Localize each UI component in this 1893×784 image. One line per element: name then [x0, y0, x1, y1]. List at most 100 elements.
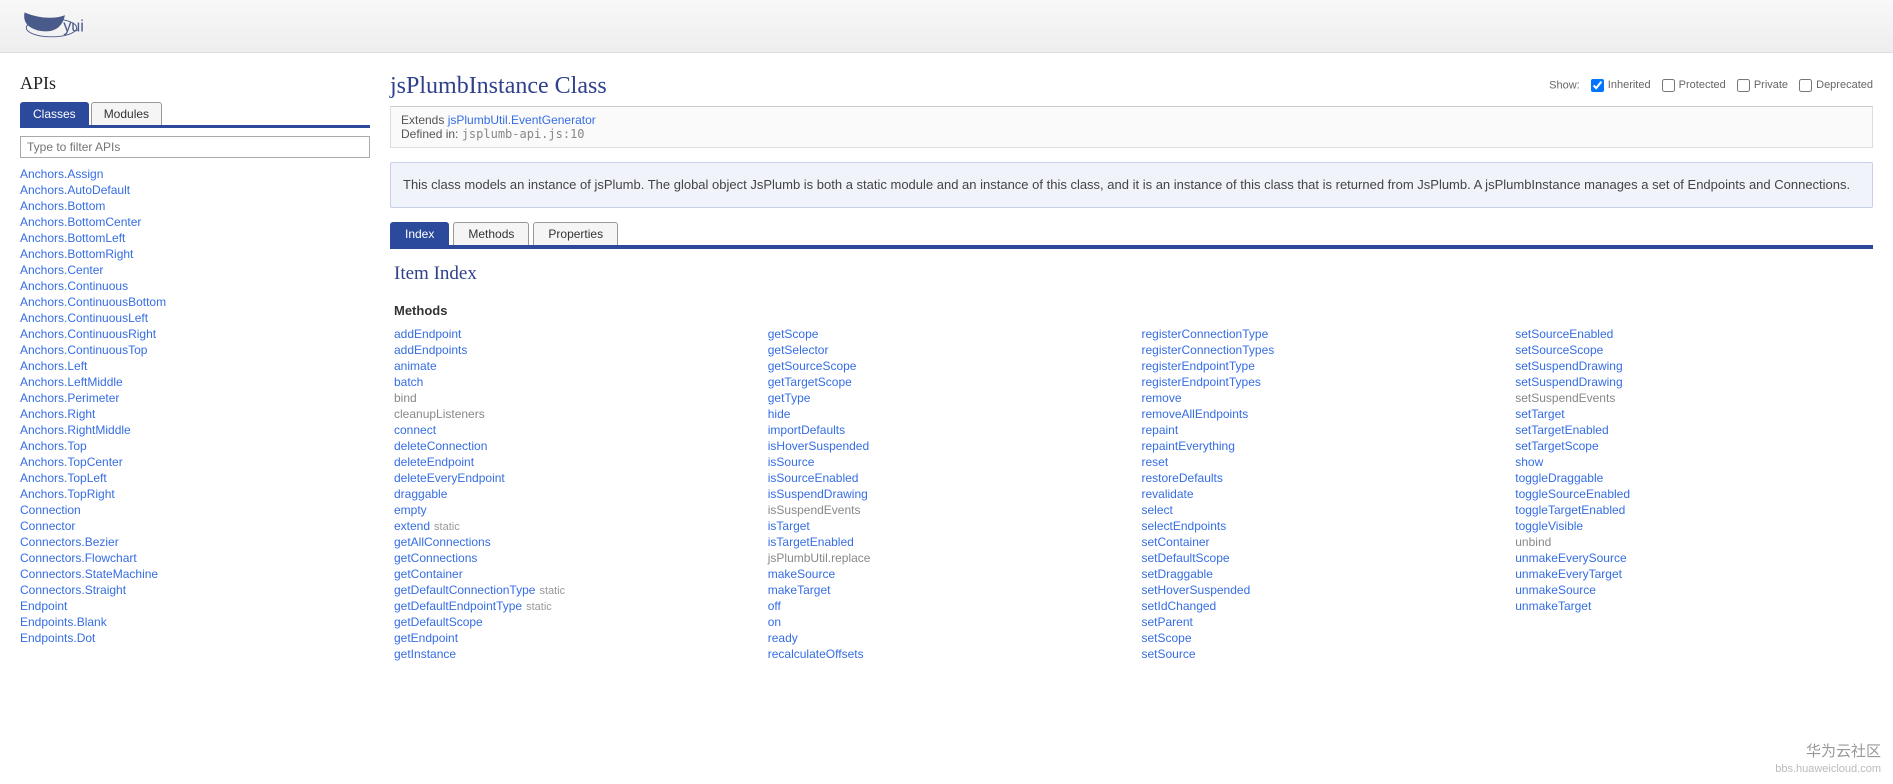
- method-link[interactable]: isHoverSuspended: [768, 439, 869, 453]
- method-link[interactable]: setSource: [1142, 647, 1196, 661]
- method-link[interactable]: makeTarget: [768, 583, 831, 597]
- method-link[interactable]: setSourceEnabled: [1515, 327, 1613, 341]
- api-link[interactable]: Anchors.ContinuousTop: [20, 343, 147, 357]
- api-link[interactable]: Endpoint: [20, 599, 67, 613]
- method-link[interactable]: remove: [1142, 391, 1182, 405]
- method-link[interactable]: getSelector: [768, 343, 829, 357]
- api-link[interactable]: Anchors.Center: [20, 263, 103, 277]
- api-link[interactable]: Connector: [20, 519, 75, 533]
- method-link[interactable]: draggable: [394, 487, 447, 501]
- method-link[interactable]: setSuspendDrawing: [1515, 375, 1622, 389]
- method-link[interactable]: toggleSourceEnabled: [1515, 487, 1630, 501]
- method-link[interactable]: getDefaultEndpointType: [394, 599, 522, 613]
- api-link[interactable]: Anchors.ContinuousBottom: [20, 295, 166, 309]
- method-link[interactable]: animate: [394, 359, 437, 373]
- method-link[interactable]: getAllConnections: [394, 535, 491, 549]
- api-link[interactable]: Connectors.Bezier: [20, 535, 119, 549]
- method-link[interactable]: getSourceScope: [768, 359, 857, 373]
- api-link[interactable]: Anchors.ContinuousLeft: [20, 311, 148, 325]
- method-link[interactable]: importDefaults: [768, 423, 845, 437]
- method-link[interactable]: deleteEveryEndpoint: [394, 471, 505, 485]
- method-link[interactable]: getEndpoint: [394, 631, 458, 645]
- api-link[interactable]: Endpoints.Dot: [20, 631, 95, 645]
- method-link[interactable]: setDefaultScope: [1142, 551, 1230, 565]
- method-link[interactable]: revalidate: [1142, 487, 1194, 501]
- api-link[interactable]: Anchors.LeftMiddle: [20, 375, 123, 389]
- method-link[interactable]: removeAllEndpoints: [1142, 407, 1249, 421]
- content-tab-index[interactable]: Index: [390, 222, 449, 245]
- method-link[interactable]: registerEndpointTypes: [1142, 375, 1261, 389]
- method-link[interactable]: jsPlumbUtil.replace: [768, 551, 871, 565]
- method-link[interactable]: setTargetEnabled: [1515, 423, 1608, 437]
- api-link[interactable]: Anchors.Left: [20, 359, 87, 373]
- method-link[interactable]: setHoverSuspended: [1142, 583, 1251, 597]
- method-link[interactable]: unbind: [1515, 535, 1551, 549]
- api-link[interactable]: Anchors.ContinuousRight: [20, 327, 156, 341]
- method-link[interactable]: getType: [768, 391, 811, 405]
- method-link[interactable]: isSuspendDrawing: [768, 487, 868, 501]
- method-link[interactable]: reset: [1142, 455, 1169, 469]
- api-link[interactable]: Anchors.Bottom: [20, 199, 105, 213]
- api-link[interactable]: Anchors.BottomRight: [20, 247, 133, 261]
- method-link[interactable]: getDefaultConnectionType: [394, 583, 535, 597]
- method-link[interactable]: unmakeEveryTarget: [1515, 567, 1622, 581]
- api-link[interactable]: Anchors.Perimeter: [20, 391, 119, 405]
- method-link[interactable]: empty: [394, 503, 427, 517]
- api-link[interactable]: Anchors.Top: [20, 439, 87, 453]
- method-link[interactable]: ready: [768, 631, 798, 645]
- content-tab-methods[interactable]: Methods: [453, 222, 529, 245]
- method-link[interactable]: registerConnectionTypes: [1142, 343, 1275, 357]
- api-link[interactable]: Endpoints.Blank: [20, 615, 107, 629]
- method-link[interactable]: repaint: [1142, 423, 1179, 437]
- method-link[interactable]: getScope: [768, 327, 819, 341]
- method-link[interactable]: getConnections: [394, 551, 477, 565]
- api-link[interactable]: Connectors.Straight: [20, 583, 126, 597]
- method-link[interactable]: isTargetEnabled: [768, 535, 854, 549]
- api-link[interactable]: Anchors.TopCenter: [20, 455, 123, 469]
- method-link[interactable]: setDraggable: [1142, 567, 1213, 581]
- private-checkbox[interactable]: [1737, 79, 1750, 92]
- method-link[interactable]: unmakeSource: [1515, 583, 1596, 597]
- api-link[interactable]: Anchors.TopLeft: [20, 471, 107, 485]
- method-link[interactable]: unmakeEverySource: [1515, 551, 1626, 565]
- api-link[interactable]: Anchors.Continuous: [20, 279, 128, 293]
- method-link[interactable]: setScope: [1142, 631, 1192, 645]
- method-link[interactable]: toggleDraggable: [1515, 471, 1603, 485]
- method-link[interactable]: makeSource: [768, 567, 835, 581]
- sidebar-tab-classes[interactable]: Classes: [20, 102, 89, 125]
- method-link[interactable]: setSourceScope: [1515, 343, 1603, 357]
- method-link[interactable]: toggleTargetEnabled: [1515, 503, 1625, 517]
- filter-input[interactable]: [20, 136, 370, 158]
- api-link[interactable]: Connectors.StateMachine: [20, 567, 158, 581]
- deprecated-checkbox[interactable]: [1799, 79, 1812, 92]
- inherited-checkbox[interactable]: [1591, 79, 1604, 92]
- method-link[interactable]: setSuspendEvents: [1515, 391, 1615, 405]
- method-link[interactable]: restoreDefaults: [1142, 471, 1223, 485]
- method-link[interactable]: getContainer: [394, 567, 463, 581]
- method-link[interactable]: getTargetScope: [768, 375, 852, 389]
- method-link[interactable]: connect: [394, 423, 436, 437]
- api-link[interactable]: Anchors.RightMiddle: [20, 423, 131, 437]
- method-link[interactable]: selectEndpoints: [1142, 519, 1227, 533]
- method-link[interactable]: hide: [768, 407, 791, 421]
- method-link[interactable]: getInstance: [394, 647, 456, 661]
- method-link[interactable]: show: [1515, 455, 1543, 469]
- method-link[interactable]: setSuspendDrawing: [1515, 359, 1622, 373]
- method-link[interactable]: setTargetScope: [1515, 439, 1598, 453]
- method-link[interactable]: setParent: [1142, 615, 1193, 629]
- api-link[interactable]: Anchors.BottomLeft: [20, 231, 125, 245]
- method-link[interactable]: isSuspendEvents: [768, 503, 861, 517]
- method-link[interactable]: deleteConnection: [394, 439, 487, 453]
- method-link[interactable]: setContainer: [1142, 535, 1210, 549]
- api-link[interactable]: Anchors.Right: [20, 407, 95, 421]
- method-link[interactable]: extend: [394, 519, 430, 533]
- method-link[interactable]: addEndpoints: [394, 343, 467, 357]
- api-link[interactable]: Anchors.TopRight: [20, 487, 115, 501]
- method-link[interactable]: registerConnectionType: [1142, 327, 1269, 341]
- method-link[interactable]: isSource: [768, 455, 815, 469]
- method-link[interactable]: isSourceEnabled: [768, 471, 859, 485]
- method-link[interactable]: batch: [394, 375, 423, 389]
- api-link[interactable]: Anchors.BottomCenter: [20, 215, 141, 229]
- method-link[interactable]: isTarget: [768, 519, 810, 533]
- api-link[interactable]: Connectors.Flowchart: [20, 551, 137, 565]
